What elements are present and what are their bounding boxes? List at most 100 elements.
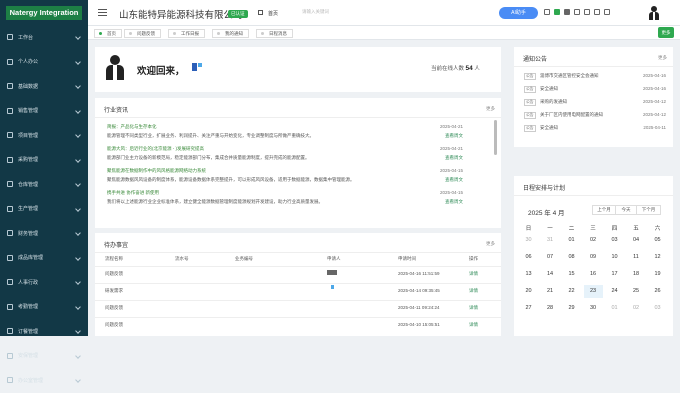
news-more-link[interactable]: 更多	[486, 106, 495, 112]
help-icon[interactable]	[604, 9, 610, 15]
news-item-title[interactable]: 简报：产品化与生存本化	[107, 124, 157, 130]
news-item-title[interactable]: 聚焦能源在数据制作中的风风格能源网络动力系统	[107, 168, 206, 174]
notice-item[interactable]: 公告 采购的发通知 2025-04-12	[524, 96, 666, 108]
calendar-day[interactable]: 15	[562, 268, 581, 281]
sidebar-item[interactable]: 基础数据	[0, 74, 88, 99]
calendar-day[interactable]: 06	[519, 251, 538, 264]
calendar-day[interactable]: 16	[584, 268, 603, 281]
calendar-day[interactable]: 03	[605, 234, 624, 247]
tabs-more-button[interactable]: 更多	[658, 27, 674, 38]
calendar-day[interactable]: 30	[519, 234, 538, 247]
notice-item-title[interactable]: 安全通知	[540, 125, 558, 131]
calendar-day[interactable]: 02	[627, 302, 646, 315]
news-view-link[interactable]: 查看周文	[445, 133, 463, 139]
prev-month-button[interactable]: 上个月	[592, 205, 616, 215]
calendar-day[interactable]: 14	[541, 268, 560, 281]
calendar-day[interactable]: 09	[584, 251, 603, 264]
sidebar-item[interactable]: 成品库管理	[0, 246, 88, 271]
sidebar-item[interactable]: 生产管理	[0, 197, 88, 222]
home-link[interactable]: 首页	[268, 10, 278, 17]
calendar-day[interactable]: 13	[519, 268, 538, 281]
calendar-day[interactable]: 28	[541, 302, 560, 315]
notice-item[interactable]: 公告 关于厂区内使用电网配置的通知 2025-04-12	[524, 109, 666, 121]
sidebar-item[interactable]: 考勤管理	[0, 295, 88, 320]
calendar-day[interactable]: 05	[648, 234, 667, 247]
today-button[interactable]: 今天	[615, 205, 637, 215]
news-view-link[interactable]: 查看周文	[445, 155, 463, 161]
calendar-day[interactable]: 01	[562, 234, 581, 247]
todo-more-link[interactable]: 更多	[486, 241, 495, 247]
detail-link[interactable]: 详情	[469, 305, 478, 311]
sidebar-item[interactable]: 项目管理	[0, 123, 88, 148]
calendar-day[interactable]: 07	[541, 251, 560, 264]
news-item[interactable]: 聚焦能源在数据制作中的风风格能源网络动力系统 聚焦能源数据风风设备的制度体系，能源…	[107, 168, 487, 192]
next-month-button[interactable]: 下个月	[636, 205, 661, 215]
sidebar-item[interactable]: 人事行政	[0, 270, 88, 295]
sidebar-item[interactable]: 安保管理	[0, 344, 88, 369]
news-item-title[interactable]: 携手共进 协作奋进 新使用	[107, 190, 159, 196]
detail-link[interactable]: 详情	[469, 271, 478, 277]
calendar-day[interactable]: 11	[627, 251, 646, 264]
sidebar-item[interactable]: 订餐管理	[0, 319, 88, 344]
sidebar-item[interactable]: 办公室管理	[0, 368, 88, 393]
calendar-day[interactable]: 08	[562, 251, 581, 264]
user-avatar[interactable]	[648, 6, 660, 20]
news-item-title[interactable]: 能源大风：后近行业的(北京能源 - )发展研究提高	[107, 146, 204, 152]
tab-item[interactable]: 我的通知	[212, 28, 249, 38]
table-row[interactable]: 研发需求 2025-04-14 09:35:45 详情	[95, 283, 501, 297]
news-view-link[interactable]: 查看周文	[445, 177, 463, 183]
settings-icon[interactable]	[584, 9, 590, 15]
calendar-day[interactable]: 23	[583, 285, 603, 298]
calendar-day[interactable]: 25	[627, 285, 646, 298]
calendar-day[interactable]: 03	[648, 302, 667, 315]
tab-item[interactable]: 日程消息	[256, 28, 293, 38]
calendar-day[interactable]: 18	[627, 268, 646, 281]
detail-link[interactable]: 详情	[469, 288, 478, 294]
lock-icon[interactable]	[574, 9, 580, 15]
calendar-day[interactable]: 24	[605, 285, 624, 298]
calendar-day[interactable]: 26	[648, 285, 667, 298]
menu-toggle-icon[interactable]	[98, 9, 107, 16]
notice-more-link[interactable]: 更多	[658, 55, 667, 61]
calendar-day[interactable]: 01	[605, 302, 624, 315]
notice-item-title[interactable]: 采购的发通知	[540, 99, 567, 105]
calendar-day[interactable]: 02	[584, 234, 603, 247]
news-view-link[interactable]: 查看周文	[445, 199, 463, 205]
calendar-day[interactable]: 20	[519, 285, 538, 298]
notice-item-title[interactable]: 关于厂区内使用电网配置的通知	[540, 112, 603, 118]
table-row[interactable]: 问题反馈 2025-04-11 09:24:24 详情	[95, 300, 501, 314]
calendar-day[interactable]: 29	[562, 302, 581, 315]
message-icon[interactable]	[564, 9, 570, 15]
app-logo[interactable]: Natergy Integration	[6, 6, 82, 20]
calendar-day[interactable]: 19	[648, 268, 667, 281]
tab-item[interactable]: 工作日报	[168, 28, 205, 38]
notice-item[interactable]: 公告 淄博市交通区管控安全会通知 2025-04-16	[524, 70, 666, 82]
sidebar-item[interactable]: 采购管理	[0, 148, 88, 173]
sidebar-item[interactable]: 财务管理	[0, 221, 88, 246]
search-input[interactable]: 请输入关键词	[302, 9, 402, 15]
table-row[interactable]: 问题反馈 2025-04-10 15:05:51 详情	[95, 317, 501, 331]
sidebar-item[interactable]: 个人办公	[0, 50, 88, 75]
calendar-day[interactable]: 21	[541, 285, 560, 298]
table-row[interactable]: 问题反馈 2025-04-16 11:51:59 详情	[95, 266, 501, 280]
notice-item-title[interactable]: 安全通知	[540, 86, 558, 92]
sidebar-item[interactable]: 工作台	[0, 25, 88, 50]
news-item[interactable]: 简报：产品化与生存本化 能源管理不同类型行业，扩展业务、利润提升、关注严重与开始变…	[107, 124, 487, 148]
notification-icon[interactable]	[594, 9, 600, 15]
calendar-day[interactable]: 27	[519, 302, 538, 315]
tab-item[interactable]: 问题反馈	[124, 28, 161, 38]
notice-item-title[interactable]: 淄博市交通区管控安全会通知	[540, 73, 599, 79]
calendar-day[interactable]: 22	[562, 285, 581, 298]
calendar-day[interactable]: 04	[627, 234, 646, 247]
calendar-day[interactable]: 31	[541, 234, 560, 247]
home-icon[interactable]	[258, 10, 263, 15]
theme-icon[interactable]	[554, 9, 560, 15]
detail-link[interactable]: 详情	[469, 322, 478, 328]
news-item[interactable]: 能源大风：后近行业的(北京能源 - )发展研究提高 能源部门业主力设备的新模范局，…	[107, 146, 487, 170]
calendar-day[interactable]: 30	[584, 302, 603, 315]
news-scrollbar[interactable]	[494, 120, 497, 155]
notice-item[interactable]: 公告 安全通知 2025-04-11	[524, 122, 666, 134]
calendar-day[interactable]: 17	[605, 268, 624, 281]
fullscreen-icon[interactable]	[544, 9, 550, 15]
news-item[interactable]: 携手共进 协作奋进 新使用 我们将以上述能源行业企业标准体系，建立健全能源数据管理…	[107, 190, 487, 214]
